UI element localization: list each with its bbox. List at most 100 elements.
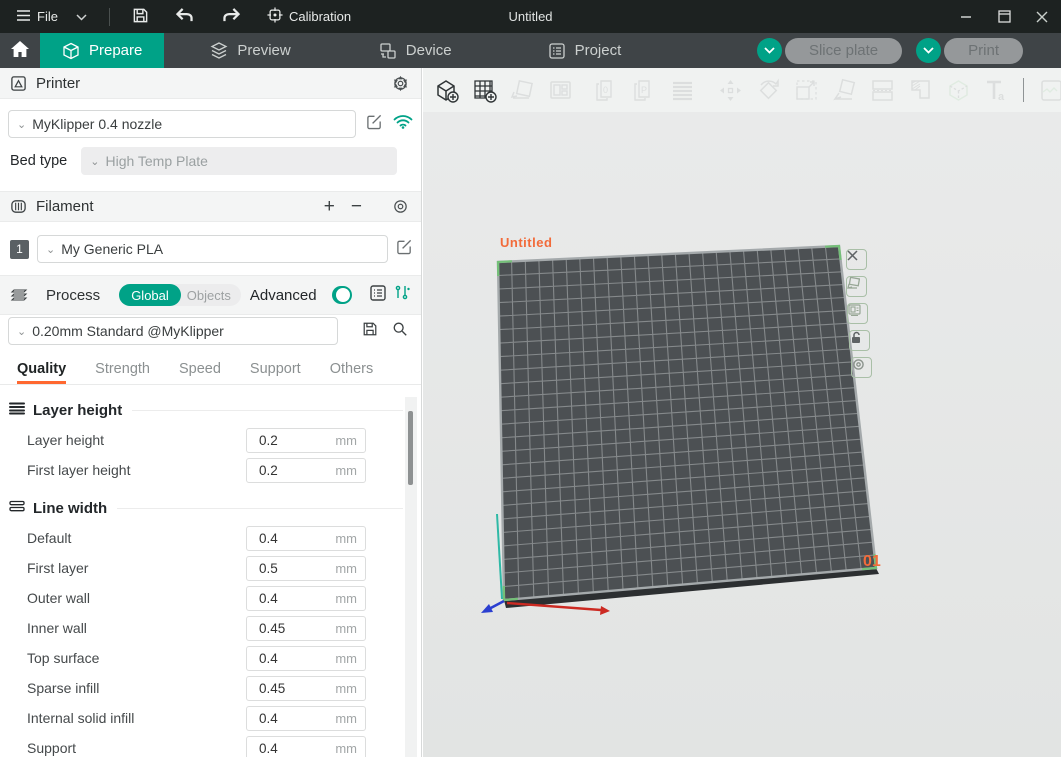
first-layer-line-width-input[interactable] bbox=[247, 560, 317, 577]
custom-gcode-icon[interactable] bbox=[1036, 75, 1061, 105]
tab-speed[interactable]: Speed bbox=[179, 361, 221, 384]
filament-preset-select[interactable]: ⌄ My Generic PLA bbox=[37, 235, 388, 263]
bed-type-select[interactable]: ⌄ High Temp Plate bbox=[81, 147, 397, 175]
scale-icon[interactable] bbox=[791, 75, 821, 105]
printer-settings-gear-icon[interactable] bbox=[392, 75, 409, 92]
slice-plate-button[interactable]: Slice plate bbox=[785, 38, 902, 64]
scene-3d[interactable]: Untitled 01 bbox=[423, 112, 1061, 757]
slice-options-button[interactable] bbox=[757, 38, 782, 63]
chevron-down-icon: ⌄ bbox=[90, 155, 99, 168]
setting-input-box: mm bbox=[246, 616, 366, 641]
unit-label: mm bbox=[335, 621, 365, 636]
save-preset-icon[interactable] bbox=[362, 321, 378, 342]
tab-prepare[interactable]: Prepare bbox=[40, 33, 164, 68]
maximize-button[interactable] bbox=[985, 0, 1023, 33]
chevron-down-icon: ⌄ bbox=[17, 118, 26, 131]
print-options-button[interactable] bbox=[916, 38, 941, 63]
undo-button[interactable] bbox=[169, 4, 200, 30]
unit-label: mm bbox=[335, 433, 365, 448]
top-surface-line-width-input[interactable] bbox=[247, 650, 317, 667]
add-filament-button[interactable]: + bbox=[324, 197, 335, 216]
unit-label: mm bbox=[335, 681, 365, 696]
layer-height-input[interactable] bbox=[247, 432, 317, 449]
filament-section-title: Filament bbox=[36, 198, 94, 215]
support-line-width-input[interactable] bbox=[247, 740, 317, 757]
calibration-button[interactable]: Calibration bbox=[261, 3, 357, 30]
delete-plate-button[interactable] bbox=[846, 249, 867, 270]
settings-scrollbar-track[interactable] bbox=[405, 397, 417, 757]
color-paint-icon[interactable] bbox=[943, 75, 973, 105]
lock-plate-button[interactable] bbox=[849, 330, 870, 351]
auto-orient-icon[interactable] bbox=[507, 75, 537, 105]
tab-others[interactable]: Others bbox=[330, 361, 374, 384]
toggle-knob bbox=[336, 288, 350, 302]
setting-row: First layer mm bbox=[0, 553, 421, 583]
process-icon bbox=[10, 287, 28, 303]
default-line-width-input[interactable] bbox=[247, 530, 317, 547]
move-icon[interactable] bbox=[715, 75, 745, 105]
redo-button[interactable] bbox=[216, 4, 247, 30]
filament-settings-gear-icon[interactable] bbox=[392, 198, 409, 215]
tab-support[interactable]: Support bbox=[250, 361, 301, 384]
add-object-icon[interactable] bbox=[431, 75, 461, 105]
add-plate-icon[interactable] bbox=[469, 75, 499, 105]
layer-height-icon bbox=[8, 401, 26, 420]
parameter-list-icon[interactable] bbox=[369, 284, 387, 307]
unit-label: mm bbox=[335, 531, 365, 546]
plate-settings-button[interactable] bbox=[847, 303, 868, 324]
tab-project-label: Project bbox=[575, 42, 622, 59]
printer-section-header: Printer bbox=[0, 68, 421, 99]
edit-printer-icon[interactable] bbox=[366, 113, 383, 135]
process-preset-select[interactable]: ⌄ 0.20mm Standard @MyKlipper bbox=[8, 317, 338, 345]
toolbar-separator bbox=[1023, 78, 1024, 102]
arrange-plate-button[interactable] bbox=[846, 276, 867, 297]
home-button[interactable] bbox=[0, 33, 40, 68]
tab-strength[interactable]: Strength bbox=[95, 361, 150, 384]
print-button[interactable]: Print bbox=[944, 38, 1023, 64]
minimize-button[interactable] bbox=[947, 0, 985, 33]
titlebar-divider bbox=[109, 8, 110, 26]
remove-filament-button[interactable]: − bbox=[351, 197, 362, 216]
svg-text:P: P bbox=[641, 85, 647, 95]
tune-params-icon[interactable] bbox=[393, 284, 411, 307]
scope-objects[interactable]: Objects bbox=[181, 288, 241, 303]
lay-on-face-icon[interactable] bbox=[829, 75, 859, 105]
tab-project[interactable]: Project bbox=[526, 33, 644, 68]
tab-quality[interactable]: Quality bbox=[17, 361, 66, 384]
advanced-toggle[interactable] bbox=[332, 286, 352, 304]
search-preset-icon[interactable] bbox=[392, 321, 408, 342]
save-button[interactable] bbox=[126, 3, 155, 31]
split-to-objects-icon[interactable]: 0 bbox=[591, 75, 621, 105]
printer-preset-select[interactable]: ⌄ MyKlipper 0.4 nozzle bbox=[8, 110, 356, 138]
first-layer-height-input[interactable] bbox=[247, 462, 317, 479]
settings-scrollbar-thumb[interactable] bbox=[408, 411, 413, 485]
rotate-icon[interactable] bbox=[753, 75, 783, 105]
assembly-view-icon[interactable] bbox=[667, 75, 697, 105]
edit-filament-icon[interactable] bbox=[396, 238, 413, 260]
outer-wall-line-width-input[interactable] bbox=[247, 590, 317, 607]
split-to-parts-icon[interactable]: P bbox=[629, 75, 659, 105]
plate-name-label[interactable]: Untitled bbox=[500, 235, 552, 250]
setting-label: First layer height bbox=[27, 462, 130, 478]
sparse-infill-line-width-input[interactable] bbox=[247, 680, 317, 697]
chevron-down-icon: ⌄ bbox=[46, 243, 55, 256]
cut-icon[interactable] bbox=[867, 75, 897, 105]
file-menu-expand-button[interactable] bbox=[70, 5, 93, 28]
text-tool-icon[interactable]: a bbox=[981, 75, 1011, 105]
main-tabbar: Prepare Preview Device Project Slice pla… bbox=[0, 33, 1061, 68]
filament-slot-badge[interactable]: 1 bbox=[10, 240, 29, 259]
section-rule bbox=[132, 410, 403, 411]
plate-config-gear-button[interactable] bbox=[851, 357, 872, 378]
setting-input-box: mm bbox=[246, 736, 366, 757]
tab-preview[interactable]: Preview bbox=[188, 33, 312, 68]
support-paint-icon[interactable] bbox=[905, 75, 935, 105]
close-button[interactable] bbox=[1023, 0, 1061, 33]
internal-solid-infill-line-width-input[interactable] bbox=[247, 710, 317, 727]
inner-wall-line-width-input[interactable] bbox=[247, 620, 317, 637]
process-scope-toggle[interactable]: Global Objects bbox=[119, 284, 241, 306]
arrange-icon[interactable] bbox=[545, 75, 575, 105]
tab-device[interactable]: Device bbox=[357, 33, 474, 68]
file-menu-button[interactable]: File bbox=[10, 5, 64, 29]
wifi-icon[interactable] bbox=[393, 114, 413, 134]
scope-global[interactable]: Global bbox=[119, 284, 181, 306]
